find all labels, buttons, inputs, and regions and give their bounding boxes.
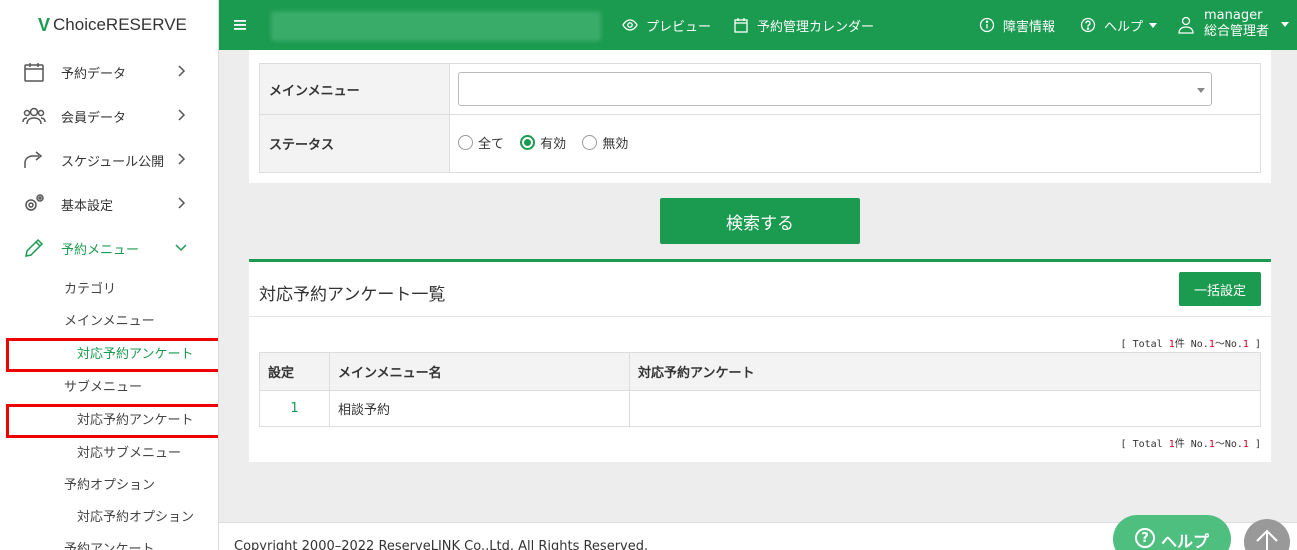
pencil-icon — [25, 238, 44, 257]
status-radio-inactive[interactable]: 無効 — [582, 133, 628, 152]
sidebar-item-label: 予約データ — [61, 66, 127, 82]
total-prefix: [ Total — [1120, 439, 1169, 450]
sidebar-item-label: スケジュール公開 — [61, 154, 165, 170]
sidebar-item-basic-settings[interactable]: 基本設定 — [0, 182, 218, 226]
calendar-icon — [734, 18, 748, 33]
help-menu[interactable]: ヘルプ — [1080, 0, 1158, 50]
column-header: メインメニュー名 — [329, 352, 630, 391]
preview-link[interactable]: プレビュー — [622, 0, 711, 50]
survey-table: 設定 メインメニュー名 対応予約アンケート 1 相談予約 — [259, 352, 1261, 427]
radio-label: 無効 — [602, 137, 629, 152]
total-sep: 〜No. — [1214, 439, 1243, 450]
main-menu-cell: 相談予約 — [329, 390, 630, 427]
caret-down-icon — [1281, 22, 1289, 27]
help-fab-label: ヘルプ — [1160, 532, 1209, 550]
sidebar-sub-sub-menu[interactable]: サブメニュー — [0, 372, 218, 404]
help-label: ヘルプ — [1104, 19, 1144, 35]
preview-label: プレビュー — [646, 19, 712, 35]
select-arrow-icon — [1197, 88, 1205, 93]
list-title: 対応予約アンケート一覧 — [259, 285, 446, 305]
chevron-down-icon — [175, 244, 187, 252]
sidebar-sub-related-option[interactable]: 対応予約オプション — [0, 502, 218, 534]
sidebar-item-reservation-menu[interactable]: 予約メニュー — [0, 226, 218, 270]
status-radio-active[interactable]: 有効 — [520, 133, 566, 152]
main-menu-cell — [449, 63, 1261, 115]
caret-down-icon — [1149, 22, 1158, 28]
total-sep: 〜No. — [1214, 339, 1243, 350]
sidebar-item-schedule[interactable]: スケジュール公開 — [0, 138, 218, 182]
question-icon — [1080, 17, 1096, 33]
user-name: manager — [1203, 8, 1263, 23]
chevron-right-icon — [178, 65, 186, 77]
calendar-label: 予約管理カレンダー — [757, 19, 875, 35]
sidebar-sub-sub-survey[interactable]: 対応予約アンケート — [6, 404, 218, 438]
info-icon — [979, 17, 995, 33]
scroll-top-button[interactable] — [1244, 519, 1290, 550]
main-menu-label: メインメニュー — [259, 63, 450, 115]
table-header-row: 設定 メインメニュー名 対応予約アンケート — [259, 352, 1261, 391]
logo-mark: V — [38, 14, 51, 35]
bulk-setting-button[interactable]: 一括設定 — [1179, 272, 1261, 306]
setting-link[interactable]: 1 — [259, 390, 330, 427]
calendar-link[interactable]: 予約管理カレンダー — [733, 0, 874, 50]
user-role: 総合管理者 — [1203, 24, 1269, 39]
total-count-bottom: [ Total 1件 No.1〜No.1 ] — [1121, 435, 1261, 450]
radio-circle — [582, 135, 598, 150]
radio-label: 有効 — [540, 137, 567, 152]
arrow-up-icon — [1256, 529, 1278, 550]
column-header: 設定 — [259, 352, 330, 391]
sidebar-item-label: 予約メニュー — [61, 242, 140, 258]
total-mid: 件 No. — [1174, 339, 1209, 350]
total-suffix: ] — [1248, 439, 1261, 450]
radio-label: 全て — [478, 137, 505, 152]
search-button[interactable]: 検索する — [660, 198, 860, 244]
top-bar: プレビュー 予約管理カレンダー 障害情報 ヘルプ manager 総合管理者 — [219, 0, 1297, 50]
status-radio-all[interactable]: 全て — [458, 133, 504, 152]
user-menu[interactable]: manager 総合管理者 — [1204, 8, 1269, 40]
total-count-top: [ Total 1件 No.1〜No.1 ] — [1121, 335, 1261, 350]
chevron-right-icon — [178, 109, 186, 121]
filter-table: メインメニュー ステータス 全て 有効 無効 — [259, 63, 1261, 173]
list-panel: 対応予約アンケート一覧 一括設定 [ Total 1件 No.1〜No.1 ] … — [249, 259, 1271, 462]
sidebar-sub-category[interactable]: カテゴリ — [0, 274, 218, 306]
users-icon — [22, 107, 46, 125]
radio-circle — [458, 135, 473, 150]
redacted-shop-name — [271, 11, 601, 41]
incident-link[interactable]: 障害情報 — [979, 0, 1055, 50]
sidebar-sub-survey[interactable]: 予約アンケート — [0, 534, 218, 550]
help-floating-button[interactable]: ? ヘルプ — [1113, 515, 1231, 550]
user-icon[interactable] — [1178, 16, 1194, 34]
status-label: ステータス — [259, 114, 450, 173]
divider — [249, 316, 1271, 317]
chevron-right-icon — [178, 153, 186, 165]
calendar-icon — [24, 63, 44, 82]
logo-text: ChoiceRESERVE — [53, 15, 187, 34]
column-header: 対応予約アンケート — [629, 352, 1261, 391]
chevron-right-icon — [178, 197, 186, 209]
hamburger-icon[interactable] — [233, 15, 249, 35]
gear-icon — [25, 194, 44, 211]
sidebar-item-reservation-data[interactable]: 予約データ — [0, 50, 218, 94]
radio-circle — [520, 135, 536, 150]
sidebar-sub-main-menu[interactable]: メインメニュー — [0, 306, 218, 338]
total-suffix: ] — [1248, 339, 1261, 350]
main-menu-select[interactable] — [458, 72, 1212, 106]
sidebar-sub-related-submenu[interactable]: 対応サブメニュー — [0, 438, 218, 470]
question-icon: ? — [1134, 528, 1155, 548]
share-icon — [24, 151, 43, 168]
status-cell: 全て 有効 無効 — [449, 114, 1261, 173]
total-prefix: [ Total — [1120, 339, 1169, 350]
eye-icon — [622, 19, 638, 31]
sidebar-item-member-data[interactable]: 会員データ — [0, 94, 218, 138]
sidebar-item-label: 会員データ — [61, 110, 127, 126]
sidebar-sub-main-survey[interactable]: 対応予約アンケート — [6, 338, 218, 372]
incident-label: 障害情報 — [1003, 19, 1056, 35]
sidebar-sub-option[interactable]: 予約オプション — [0, 470, 218, 502]
table-row: 1 相談予約 — [259, 390, 1261, 427]
survey-cell — [629, 390, 1261, 427]
sidebar: V ChoiceRESERVE 予約データ 会員データ スケジュール公開 基本設… — [0, 0, 219, 550]
total-mid: 件 No. — [1174, 439, 1209, 450]
sidebar-item-label: 基本設定 — [61, 198, 114, 214]
logo[interactable]: V ChoiceRESERVE — [0, 0, 218, 50]
